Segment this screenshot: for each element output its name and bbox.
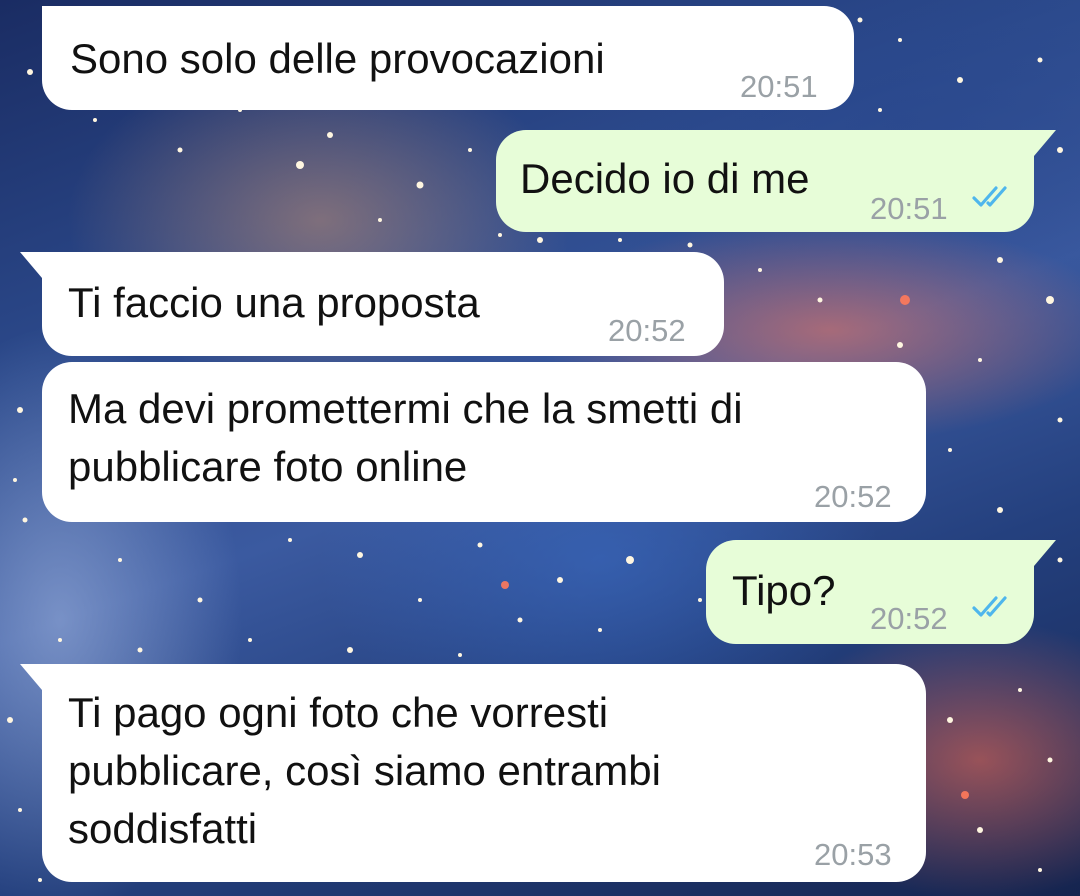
message-text: Ma devi promettermi che la smetti di pub… <box>68 385 743 490</box>
message-timestamp: 20:52 <box>608 313 686 348</box>
message-bubble-incoming[interactable]: Ti faccio una proposta 20:52 <box>20 252 724 356</box>
message-bubble-incoming[interactable]: Ti pago ogni foto che vorresti pubblicar… <box>20 664 926 882</box>
bubble-tail <box>20 664 42 690</box>
message-timestamp: 20:52 <box>814 479 892 514</box>
bubble-tail <box>1034 540 1056 566</box>
message-timestamp: 20:51 <box>870 191 948 226</box>
message-text: Tipo? <box>732 567 836 614</box>
message-timestamp: 20:51 <box>740 69 818 104</box>
read-icon <box>972 596 1007 617</box>
message-bubble-incoming[interactable]: Sono solo delle provocazioni 20:51 <box>42 6 854 110</box>
message-bubble-outgoing[interactable]: Decido io di me 20:51 <box>496 130 1056 232</box>
message-text: Sono solo delle provocazioni <box>70 35 605 82</box>
message-timestamp: 20:52 <box>870 601 948 636</box>
bubble-tail <box>1034 130 1056 156</box>
message-text: Ti pago ogni foto che vorresti pubblicar… <box>68 689 661 852</box>
message-text: Decido io di me <box>520 155 810 202</box>
message-bubble-outgoing[interactable]: Tipo? 20:52 <box>706 540 1056 644</box>
message-text: Ti faccio una proposta <box>68 279 480 326</box>
message-timestamp: 20:53 <box>814 837 892 872</box>
message-bubble-incoming[interactable]: Ma devi promettermi che la smetti di pub… <box>42 362 926 522</box>
bubble-tail <box>20 252 42 278</box>
read-icon <box>972 186 1007 207</box>
